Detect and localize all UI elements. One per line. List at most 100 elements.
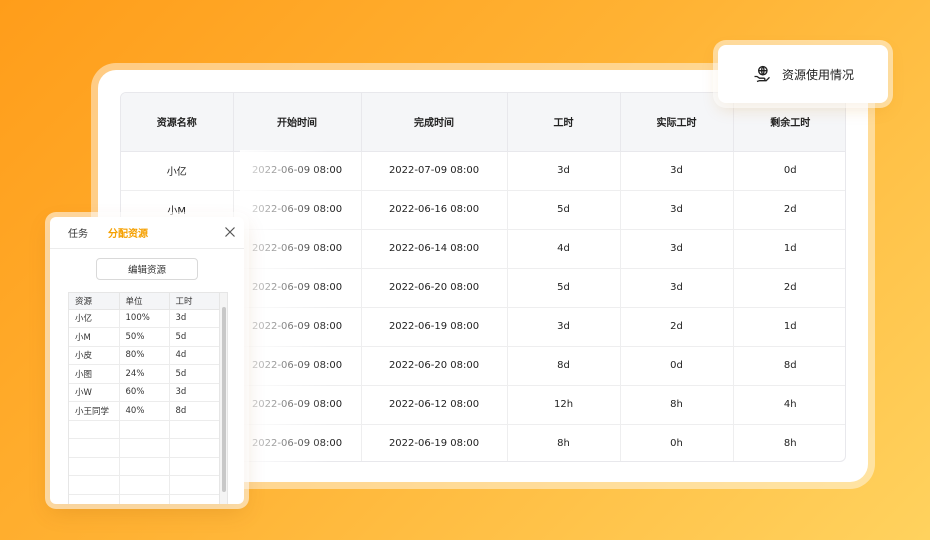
column-header: 完成时间 <box>361 93 508 152</box>
list-item[interactable]: 小王同学 40% 8d <box>69 401 222 421</box>
list-cell: 8d <box>169 401 222 421</box>
table-cell: 3d <box>507 151 621 191</box>
assigned-resource-header: 资源 单位 工时 <box>69 293 222 310</box>
list-cell: 小王同学 <box>69 401 120 421</box>
empty-cell <box>119 438 170 458</box>
column-header: 资源名称 <box>121 93 234 152</box>
list-item[interactable]: 小亿 100% 3d <box>69 309 222 328</box>
empty-cell <box>169 420 222 439</box>
table-cell: 8d <box>733 346 845 386</box>
table-cell: 2022-06-09 08:00 <box>233 385 362 425</box>
empty-cell <box>169 438 222 458</box>
list-cell: 100% <box>119 309 170 328</box>
resource-usage-label: 资源使用情况 <box>781 67 854 82</box>
list-item[interactable]: 小皮 80% 4d <box>69 346 222 365</box>
table-cell: 2022-07-09 08:00 <box>361 151 508 191</box>
table-cell: 8d <box>507 346 621 386</box>
empty-cell <box>69 438 120 458</box>
list-cell: 4d <box>169 346 222 365</box>
list-cell: 小亿 <box>69 309 120 328</box>
table-cell: 2022-06-09 08:00 <box>233 307 362 347</box>
empty-row <box>69 420 222 439</box>
table-cell: 2022-06-09 08:00 <box>233 268 362 308</box>
list-cell: 5d <box>169 364 222 384</box>
list-cell: 60% <box>119 383 170 402</box>
mini-column-header: 资源 <box>69 293 120 310</box>
table-cell: 2d <box>620 307 734 347</box>
table-cell: 1d <box>733 307 845 347</box>
close-icon[interactable] <box>224 226 236 238</box>
list-cell: 小图 <box>69 364 120 384</box>
table-cell: 1d <box>733 229 845 269</box>
empty-cell <box>119 494 170 504</box>
table-cell: 5d <box>507 190 621 230</box>
table-row[interactable]: 小亿 2022-06-09 08:00 2022-07-09 08:00 3d 3d 0d <box>121 151 845 191</box>
list-item[interactable]: 小图 24% 5d <box>69 364 222 384</box>
list-cell: 24% <box>119 364 170 384</box>
table-cell: 2022-06-19 08:00 <box>361 307 508 347</box>
table-cell: 8h <box>620 385 734 425</box>
table-cell: 5d <box>507 268 621 308</box>
table-cell: 4h <box>733 385 845 425</box>
list-item[interactable]: 小M 50% 5d <box>69 327 222 347</box>
resource-usage-badge[interactable]: 资源使用情况 <box>718 45 888 103</box>
table-cell: 小亿 <box>121 151 234 191</box>
scrollbar[interactable] <box>219 293 227 504</box>
empty-cell <box>119 475 170 495</box>
table-cell: 8h <box>733 424 845 461</box>
table-cell: 3d <box>620 268 734 308</box>
table-cell: 0h <box>620 424 734 461</box>
table-cell: 2022-06-19 08:00 <box>361 424 508 461</box>
table-cell: 3d <box>620 151 734 191</box>
empty-cell <box>69 475 120 495</box>
empty-cell <box>69 457 120 476</box>
list-cell: 80% <box>119 346 170 365</box>
empty-cell <box>69 494 120 504</box>
empty-row <box>69 457 222 476</box>
table-cell: 2d <box>733 268 845 308</box>
column-header: 开始时间 <box>233 93 362 152</box>
list-cell: 50% <box>119 327 170 347</box>
list-item[interactable]: 小W 60% 3d <box>69 383 222 402</box>
tab-assign-resource[interactable]: 分配资源 <box>108 225 148 240</box>
scrollbar-thumb[interactable] <box>222 307 226 492</box>
empty-row <box>69 438 222 458</box>
table-cell: 2022-06-20 08:00 <box>361 346 508 386</box>
list-cell: 小M <box>69 327 120 347</box>
table-cell: 2022-06-12 08:00 <box>361 385 508 425</box>
table-cell: 2022-06-20 08:00 <box>361 268 508 308</box>
assign-resource-panel: 任务 分配资源 编辑资源 资源 单位 工时 小亿 100% 3d 小M 50% 5d 小皮 80%… <box>50 217 244 504</box>
table-cell: 12h <box>507 385 621 425</box>
list-cell: 3d <box>169 309 222 328</box>
table-cell: 2022-06-16 08:00 <box>361 190 508 230</box>
empty-cell <box>119 457 170 476</box>
mini-column-header: 单位 <box>119 293 170 310</box>
edit-resource-button[interactable]: 编辑资源 <box>96 258 198 280</box>
table-cell: 2022-06-09 08:00 <box>233 229 362 269</box>
table-cell: 3d <box>620 190 734 230</box>
empty-cell <box>69 420 120 439</box>
table-cell: 2022-06-09 08:00 <box>233 424 362 461</box>
list-cell: 小W <box>69 383 120 402</box>
table-cell: 2022-06-09 08:00 <box>233 346 362 386</box>
tab-task[interactable]: 任务 <box>68 225 88 240</box>
assigned-resource-table: 资源 单位 工时 小亿 100% 3d 小M 50% 5d 小皮 80% 4d 小图 24% 5d 小W 60… <box>69 293 222 504</box>
table-cell: 2022-06-09 08:00 <box>233 151 362 191</box>
assigned-resource-list: 资源 单位 工时 小亿 100% 3d 小M 50% 5d 小皮 80% 4d 小图 24% 5d 小W 60… <box>68 292 228 504</box>
mini-column-header: 工时 <box>169 293 222 310</box>
empty-cell <box>169 457 222 476</box>
table-cell: 3d <box>620 229 734 269</box>
empty-row <box>69 475 222 495</box>
list-cell: 3d <box>169 383 222 402</box>
empty-cell <box>119 420 170 439</box>
table-cell: 3d <box>507 307 621 347</box>
table-cell: 4d <box>507 229 621 269</box>
list-cell: 5d <box>169 327 222 347</box>
table-cell: 8h <box>507 424 621 461</box>
column-header: 实际工时 <box>620 93 734 152</box>
table-cell: 2d <box>733 190 845 230</box>
globe-hand-icon <box>754 65 770 83</box>
table-cell: 0d <box>733 151 845 191</box>
empty-row <box>69 494 222 504</box>
panel-tabs: 任务 分配资源 <box>50 217 244 249</box>
